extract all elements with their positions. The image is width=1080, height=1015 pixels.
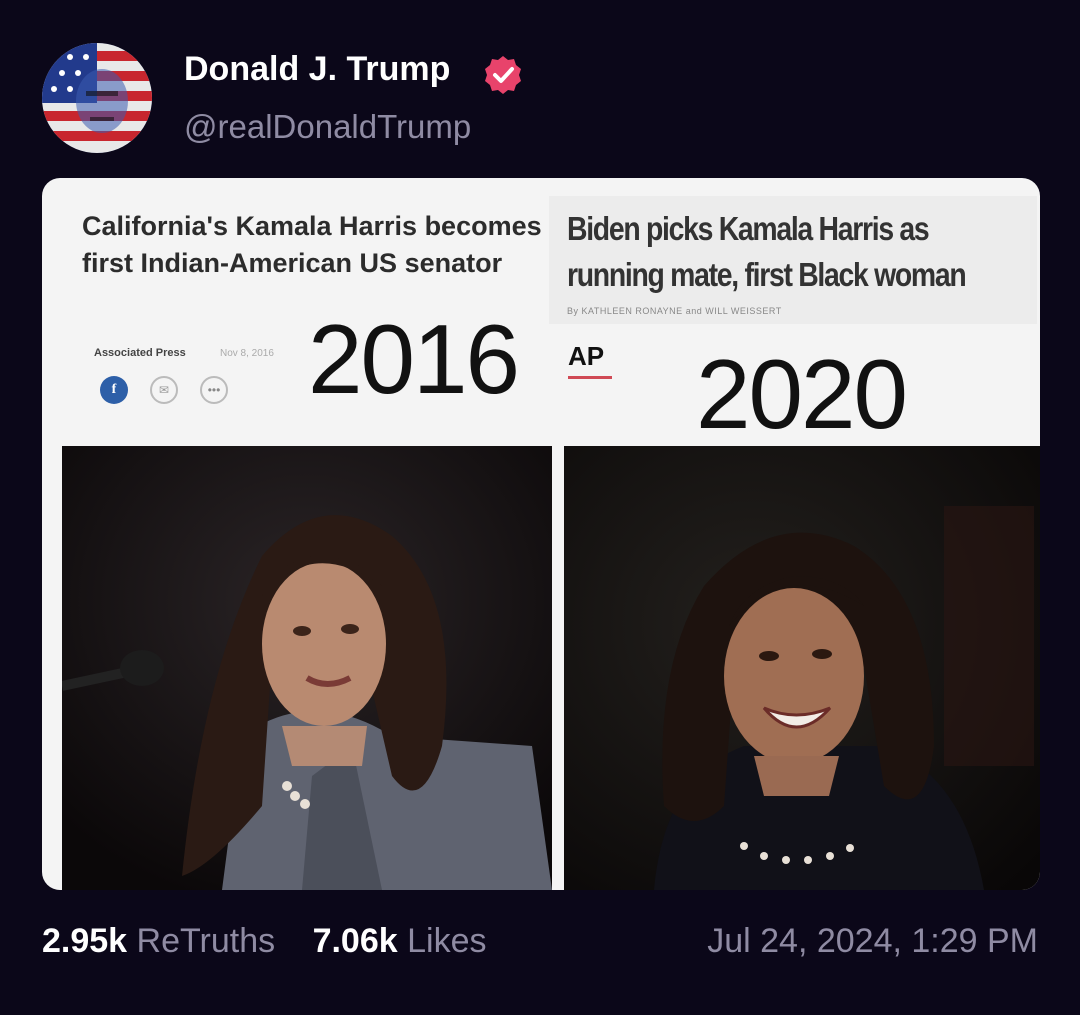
right-source: AP: [568, 341, 605, 371]
author-name[interactable]: Donald J. Trump: [184, 50, 450, 89]
verified-badge-icon: [482, 54, 524, 96]
facebook-icon: f: [100, 376, 128, 404]
retruths-count[interactable]: 2.95k: [42, 922, 127, 960]
left-source: Associated Press: [94, 347, 186, 359]
left-date: Nov 8, 2016: [220, 348, 274, 359]
right-photo: [564, 446, 1040, 890]
year-2016-label: 2016: [308, 304, 520, 414]
avatar[interactable]: [42, 43, 152, 153]
post-image[interactable]: California's Kamala Harris becomes first…: [42, 178, 1040, 890]
right-headline: Biden picks Kamala Harris as running mat…: [567, 210, 967, 293]
author-handle[interactable]: @realDonaldTrump: [184, 108, 471, 146]
likes-label[interactable]: Likes: [407, 922, 486, 960]
left-headline: California's Kamala Harris becomes first…: [82, 211, 542, 278]
year-2020-label: 2020: [696, 339, 908, 449]
more-icon: •••: [200, 376, 228, 404]
post-timestamp[interactable]: Jul 24, 2024, 1:29 PM: [707, 922, 1038, 961]
post-stats: 2.95k ReTruths 7.06k Likes: [42, 922, 514, 961]
source-underline: [568, 376, 612, 379]
right-byline: By KATHLEEN RONAYNE and WILL WEISSERT: [567, 306, 782, 316]
likes-count[interactable]: 7.06k: [313, 922, 398, 960]
retruths-label[interactable]: ReTruths: [137, 922, 276, 960]
mail-icon: ✉: [150, 376, 178, 404]
left-photo: [62, 446, 552, 890]
